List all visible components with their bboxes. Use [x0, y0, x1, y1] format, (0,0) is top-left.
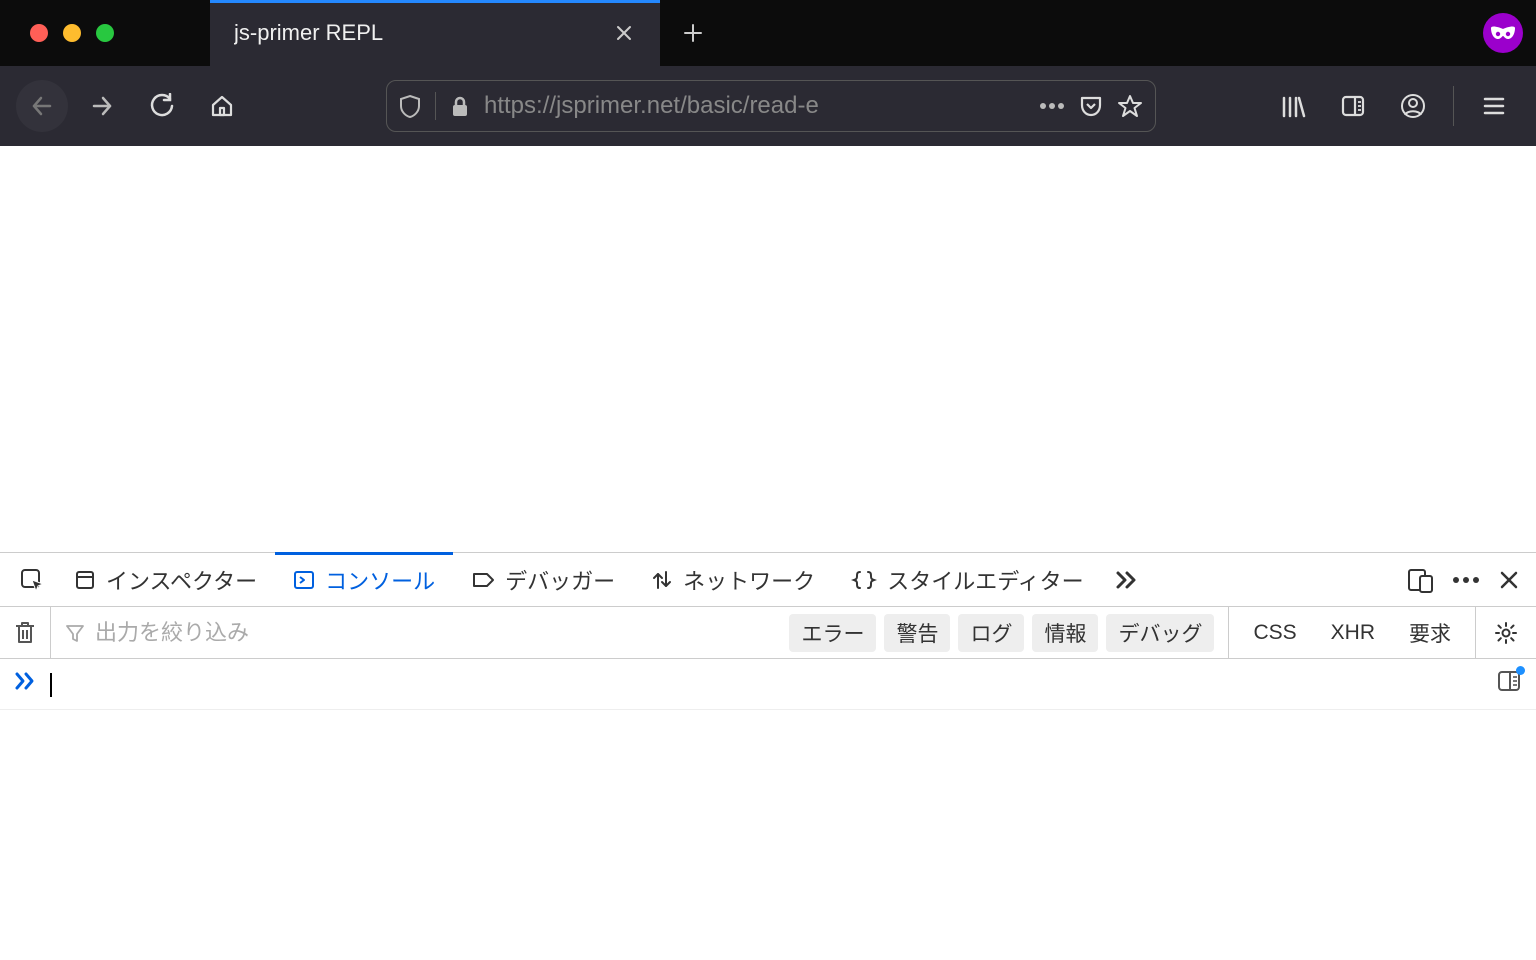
filter-input[interactable] [95, 620, 395, 646]
console-input[interactable] [48, 671, 52, 697]
inspect-icon [19, 567, 45, 593]
tag-icon [471, 570, 495, 590]
close-icon [615, 24, 633, 42]
window-zoom-button[interactable] [96, 24, 114, 42]
tabs-overflow-button[interactable] [1102, 553, 1150, 606]
browser-chrome: js-primer REPL [0, 0, 1536, 146]
tab-title: js-primer REPL [234, 20, 612, 46]
devtools-close-button[interactable] [1498, 569, 1520, 591]
forward-button[interactable] [76, 80, 128, 132]
tab-inspector[interactable]: インスペクター [56, 553, 275, 606]
shield-icon[interactable] [399, 94, 421, 118]
clear-console-button[interactable] [14, 620, 36, 646]
filter-css[interactable]: CSS [1243, 617, 1306, 649]
console-input-row[interactable] [0, 659, 1536, 710]
filter-warnings[interactable]: 警告 [884, 614, 950, 652]
tab-network[interactable]: ネットワーク [633, 553, 833, 606]
window-controls [0, 0, 210, 66]
tab-label: デバッガー [505, 564, 615, 596]
library-icon [1280, 93, 1306, 119]
network-icon [651, 568, 673, 592]
pick-element-button[interactable] [8, 553, 56, 606]
address-bar[interactable]: https://jsprimer.net/basic/read-e [386, 80, 1156, 132]
tab-label: スタイルエディター [887, 564, 1083, 596]
url-text: https://jsprimer.net/basic/read-e [484, 92, 1025, 120]
filter-input-container [65, 620, 775, 646]
meatball-icon[interactable] [1039, 102, 1065, 110]
prompt-indicator [14, 671, 36, 691]
tab-strip: js-primer REPL [0, 0, 1536, 66]
back-button[interactable] [16, 80, 68, 132]
chevrons-right-icon [1114, 568, 1138, 592]
address-bar-container: https://jsprimer.net/basic/read-e [386, 80, 1156, 132]
console-icon [293, 569, 315, 591]
filter-requests[interactable]: 要求 [1399, 614, 1461, 652]
console-settings-button[interactable] [1490, 621, 1522, 645]
library-button[interactable] [1267, 80, 1319, 132]
devtools-panel: インスペクター コンソール デバッガー ネットワーク スタイルエディター [0, 552, 1536, 960]
navigation-toolbar: https://jsprimer.net/basic/read-e [0, 66, 1536, 146]
devtools-toolbar: インスペクター コンソール デバッガー ネットワーク スタイルエディター [0, 553, 1536, 607]
split-console-button[interactable] [1496, 669, 1522, 693]
filter-xhr[interactable]: XHR [1321, 617, 1385, 649]
hamburger-icon [1482, 96, 1506, 116]
toolbar-right [1267, 80, 1520, 132]
sidebar-icon [1340, 94, 1366, 118]
close-icon [1498, 569, 1520, 591]
account-icon [1400, 93, 1426, 119]
page-viewport [0, 146, 1536, 552]
notification-dot [1516, 666, 1525, 675]
window-minimize-button[interactable] [63, 24, 81, 42]
filter-info[interactable]: 情報 [1032, 614, 1098, 652]
funnel-icon [65, 623, 85, 643]
window-close-button[interactable] [30, 24, 48, 42]
tab-label: コンソール [325, 564, 435, 596]
app-menu-button[interactable] [1468, 80, 1520, 132]
meatball-icon [1452, 576, 1480, 584]
home-icon [209, 93, 235, 119]
braces-icon [851, 569, 877, 591]
gear-icon [1494, 621, 1518, 645]
arrow-left-icon [29, 93, 55, 119]
new-tab-button[interactable] [660, 0, 726, 66]
plus-icon [682, 22, 704, 44]
devtools-menu-button[interactable] [1452, 576, 1480, 584]
reload-icon [149, 93, 175, 119]
filter-debug[interactable]: デバッグ [1106, 614, 1214, 652]
sidebar-button[interactable] [1327, 80, 1379, 132]
tab-style-editor[interactable]: スタイルエディター [833, 553, 1101, 606]
responsive-design-button[interactable] [1406, 567, 1434, 593]
devices-icon [1406, 567, 1434, 593]
arrow-right-icon [89, 93, 115, 119]
tab-label: ネットワーク [683, 564, 815, 596]
lock-icon[interactable] [450, 95, 470, 117]
chevrons-right-icon [14, 671, 36, 691]
console-filter-bar: エラー 警告 ログ 情報 デバッグ CSS XHR 要求 [0, 607, 1536, 659]
filter-errors[interactable]: エラー [789, 614, 876, 652]
account-button[interactable] [1387, 80, 1439, 132]
trash-icon [14, 620, 36, 646]
private-browsing-indicator[interactable] [1470, 0, 1536, 66]
tab-label: インスペクター [106, 564, 257, 596]
tab-console[interactable]: コンソール [275, 553, 453, 606]
filter-logs[interactable]: ログ [958, 614, 1024, 652]
reload-button[interactable] [136, 80, 188, 132]
box-icon [74, 569, 96, 591]
mask-icon [1490, 25, 1516, 41]
star-icon[interactable] [1117, 93, 1143, 119]
console-level-filters: エラー 警告 ログ 情報 デバッグ [789, 614, 1214, 652]
tab-debugger[interactable]: デバッガー [453, 553, 633, 606]
pocket-icon[interactable] [1079, 95, 1103, 117]
browser-tab[interactable]: js-primer REPL [210, 0, 660, 66]
tab-close-button[interactable] [612, 21, 636, 45]
home-button[interactable] [196, 80, 248, 132]
